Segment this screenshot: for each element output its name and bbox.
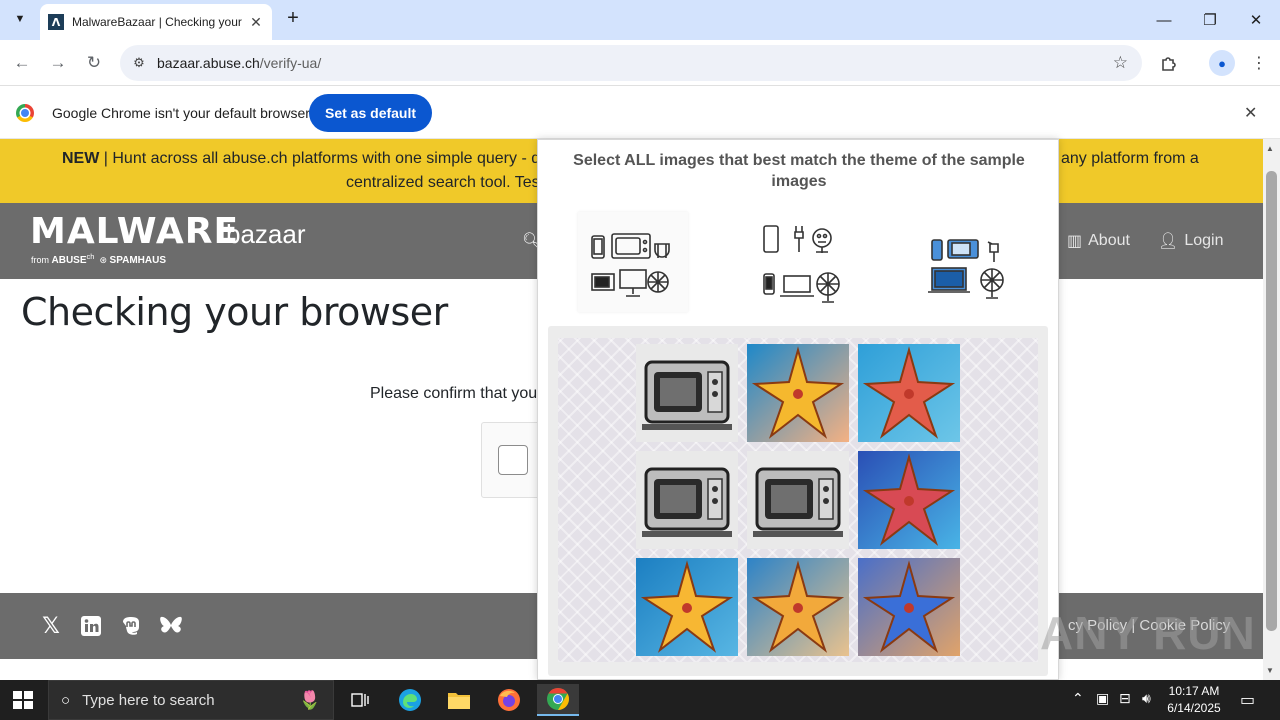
infobar-close-icon[interactable]: ✕ [1244, 103, 1257, 123]
reload-icon[interactable]: ↻ [81, 50, 107, 76]
browser-toolbar: ← → ↻ ⚙ bazaar.abuse.ch/verify-ua/ ☆ ● ⋮ [0, 40, 1280, 86]
captcha-tile-microwave-r2c2[interactable] [747, 451, 849, 549]
sample-image-1 [578, 212, 688, 312]
chrome-logo-icon [16, 104, 34, 122]
forward-arrow-icon[interactable]: → [45, 50, 71, 76]
logo-malware[interactable]: MALWARE [30, 211, 239, 252]
scrollbar-thumb[interactable] [1266, 171, 1277, 631]
extensions-puzzle-icon[interactable] [1156, 50, 1182, 76]
nav-login[interactable]: 👤︎ Login [1158, 231, 1223, 251]
sample-image-2 [744, 212, 854, 312]
address-bar[interactable]: ⚙ bazaar.abuse.ch/verify-ua/ ☆ [120, 45, 1142, 81]
institution-icon: ▥ [1067, 233, 1083, 250]
windows-taskbar: ○ Type here to search 🌷 ⌃ ▣ ⊟ 🔊︎ 10:17 A… [0, 680, 1280, 720]
captcha-tile-starfish-r3c2[interactable] [747, 558, 849, 656]
announcement-line-2: centralized search tool. Test [346, 174, 545, 191]
edge-browser-icon[interactable] [389, 684, 431, 716]
bluesky-butterfly-icon[interactable] [158, 613, 184, 639]
anyrun-watermark: ANY RUN [1040, 607, 1256, 659]
url-text: bazaar.abuse.ch/verify-ua/ [157, 55, 322, 71]
page-scrollbar[interactable]: ▲ ▼ [1263, 139, 1280, 680]
infobar-message: Google Chrome isn't your default browser [52, 105, 310, 121]
linkedin-icon[interactable] [78, 613, 104, 639]
logo-from-abuse-spamhaus: from ABUSEch ⊛ SPAMHAUS [31, 252, 167, 266]
captcha-prompt: Select ALL images that best match the th… [573, 152, 1025, 190]
captcha-tile-starfish-r2c3[interactable] [858, 451, 960, 549]
new-tab-button[interactable]: + [282, 8, 304, 30]
site-info-icon[interactable]: ⚙ [130, 55, 148, 71]
chrome-menu-icon[interactable]: ⋮ [1246, 50, 1272, 76]
captcha-tile-starfish-r3c3[interactable] [858, 558, 960, 656]
spamhaus-logo-icon: ⊛ [99, 255, 108, 265]
file-explorer-icon[interactable] [438, 684, 480, 716]
task-view-icon[interactable] [339, 684, 381, 716]
captcha-tile-starfish-r1c2[interactable] [747, 344, 849, 442]
chrome-taskbar-icon[interactable] [537, 684, 579, 716]
notifications-icon[interactable]: ▭ [1240, 690, 1255, 710]
announcement-line-1-right: any platform from a [1061, 150, 1199, 167]
back-arrow-icon[interactable]: ← [9, 50, 35, 76]
mastodon-icon[interactable] [118, 613, 144, 639]
user-icon: 👤︎ [1158, 233, 1179, 250]
captcha-challenge-popup: Select ALL images that best match the th… [537, 139, 1059, 680]
tray-chevron-up-icon[interactable]: ⌃ [1072, 690, 1084, 707]
firefox-icon[interactable] [488, 684, 530, 716]
captcha-image-grid-frame [548, 326, 1048, 676]
set-as-default-button[interactable]: Set as default [309, 94, 433, 132]
captcha-tile-microwave-r2c1[interactable] [636, 451, 738, 549]
bookmark-star-icon[interactable]: ☆ [1113, 53, 1128, 73]
window-close-icon[interactable]: ✕ [1233, 6, 1279, 34]
taskbar-search-placeholder: Type here to search [82, 691, 215, 709]
captcha-image-grid [558, 338, 1038, 662]
captcha-tile-microwave-r1c1[interactable] [636, 344, 738, 442]
taskbar-clock[interactable]: 10:17 AM 6/14/2025 [1162, 683, 1226, 717]
profile-avatar-icon[interactable]: ● [1209, 50, 1235, 76]
logo-bazaar[interactable]: bazaar [226, 219, 306, 250]
nav-about[interactable]: ▥ About [1067, 231, 1130, 251]
default-browser-infobar: Google Chrome isn't your default browser… [0, 87, 1280, 139]
announcement-line-1: NEW | Hunt across all abuse.ch platforms… [62, 150, 541, 167]
browser-tab[interactable]: Λ MalwareBazaar | Checking your ✕ [40, 4, 272, 40]
scroll-down-icon[interactable]: ▼ [1266, 666, 1274, 675]
captcha-tile-starfish-r3c1[interactable] [636, 558, 738, 656]
malwarebazaar-favicon-icon: Λ [48, 14, 64, 30]
windows-start-icon[interactable] [13, 691, 33, 709]
tray-device-icon[interactable]: ▣ [1096, 690, 1109, 707]
captcha-tile-starfish-r1c3[interactable] [858, 344, 960, 442]
tab-strip: ▼ Λ MalwareBazaar | Checking your ✕ + — … [0, 0, 1280, 40]
tab-title: MalwareBazaar | Checking your [72, 15, 242, 29]
network-icon[interactable]: ⊟ [1119, 690, 1131, 707]
page-title: Checking your browser [21, 290, 448, 334]
x-twitter-icon[interactable]: 𝕏 [38, 613, 64, 639]
tab-search-chevron-icon[interactable]: ▼ [8, 7, 32, 31]
confirm-human-text: Please confirm that you [370, 385, 538, 402]
restore-icon[interactable]: ❐ [1187, 6, 1233, 34]
sample-image-3 [914, 212, 1024, 312]
minimize-icon[interactable]: — [1141, 6, 1187, 34]
volume-icon[interactable]: 🔊︎ [1142, 690, 1151, 707]
search-icon: ○ [61, 691, 71, 709]
scroll-up-icon[interactable]: ▲ [1266, 144, 1274, 153]
tab-close-icon[interactable]: ✕ [248, 14, 264, 31]
taskbar-search-box[interactable]: ○ Type here to search 🌷 [48, 680, 334, 720]
captcha-checkbox[interactable] [498, 445, 528, 475]
tulip-flowers-icon: 🌷 [298, 689, 321, 710]
